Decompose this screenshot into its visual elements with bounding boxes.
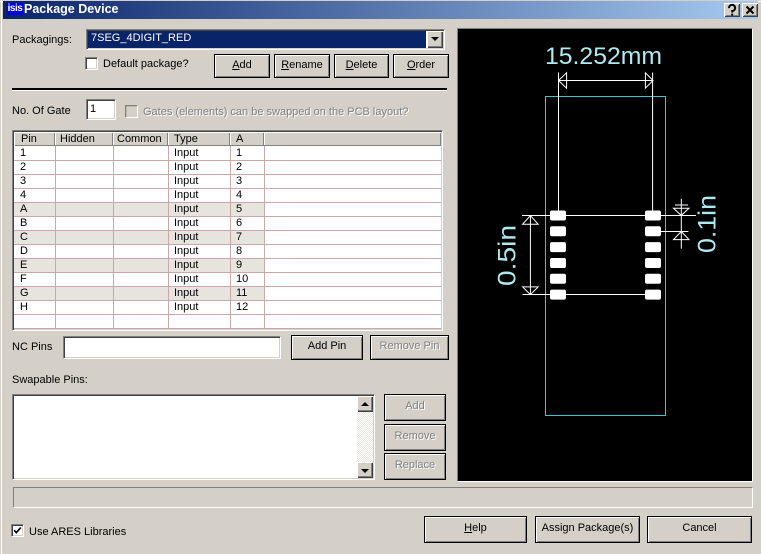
svg-text:0.5in: 0.5in [494,225,522,286]
svg-text:0.1in: 0.1in [694,195,722,253]
svg-text:15.252mm: 15.252mm [545,43,662,70]
